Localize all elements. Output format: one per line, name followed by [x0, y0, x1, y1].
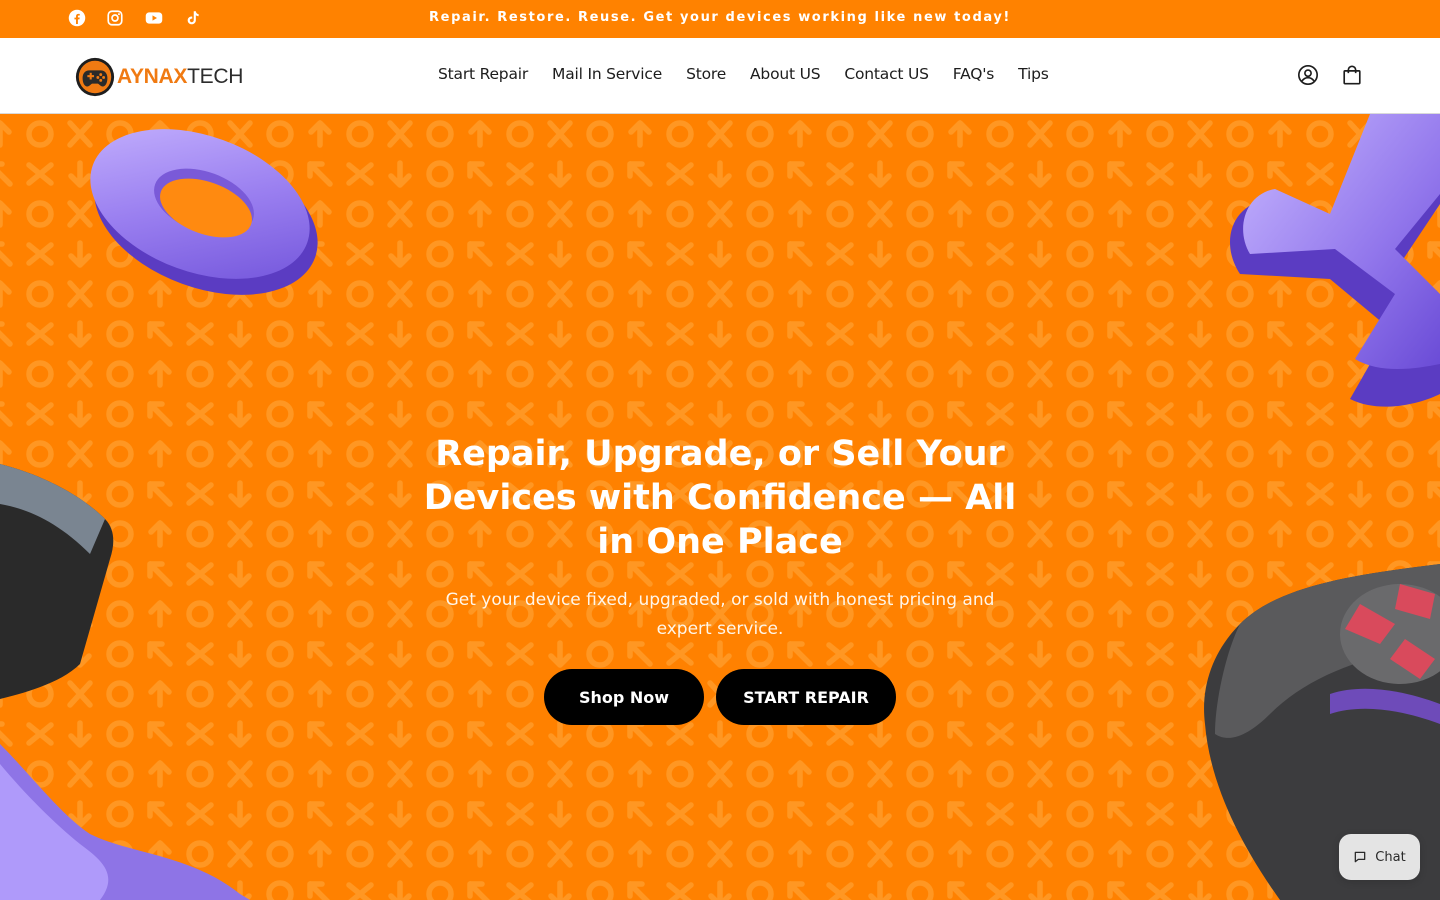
purple-shape-decoration	[0, 744, 250, 900]
hero-subtitle: Get your device fixed, upgraded, or sold…	[445, 590, 995, 639]
cart-icon[interactable]	[1341, 64, 1363, 86]
announcement-bar: Repair. Restore. Reuse. Get your devices…	[0, 0, 1440, 38]
console-decoration	[0, 464, 114, 699]
announcement-text: Repair. Restore. Reuse. Get your devices…	[429, 10, 1011, 25]
chat-label: Chat	[1375, 849, 1406, 865]
shop-now-button[interactable]: Shop Now	[544, 669, 704, 725]
chat-bubble-icon	[1354, 851, 1366, 863]
purple-x-decoration	[1230, 114, 1440, 407]
nav-mail-in-service[interactable]: Mail In Service	[552, 65, 662, 83]
logo[interactable]: AYNAXTECH	[74, 54, 243, 100]
logo-text-part2: TECH	[187, 65, 244, 88]
nav-faqs[interactable]: FAQ's	[953, 65, 995, 83]
logo-text-part1: AYNAX	[117, 65, 188, 88]
main-nav: Start Repair Mail In Service Store About…	[438, 65, 1049, 83]
nav-contact-us[interactable]: Contact US	[844, 65, 929, 83]
nav-about-us[interactable]: About US	[750, 65, 821, 83]
nav-store[interactable]: Store	[686, 65, 726, 83]
site-header: AYNAXTECH Start Repair Mail In Service S…	[0, 38, 1440, 114]
chat-button[interactable]: Chat	[1339, 834, 1420, 880]
nav-start-repair[interactable]: Start Repair	[438, 65, 528, 83]
hero-title: Repair, Upgrade, or Sell Your Devices wi…	[423, 434, 1017, 562]
purple-ring-decoration	[90, 129, 318, 295]
start-repair-button[interactable]: START REPAIR	[716, 669, 896, 725]
hero-section: Repair, Upgrade, or Sell Your Devices wi…	[0, 114, 1440, 900]
account-icon[interactable]	[1297, 64, 1319, 86]
logo-text: AYNAXTECH	[117, 65, 243, 89]
nav-tips[interactable]: Tips	[1018, 65, 1049, 83]
gamepad-logo-icon	[75, 57, 115, 97]
